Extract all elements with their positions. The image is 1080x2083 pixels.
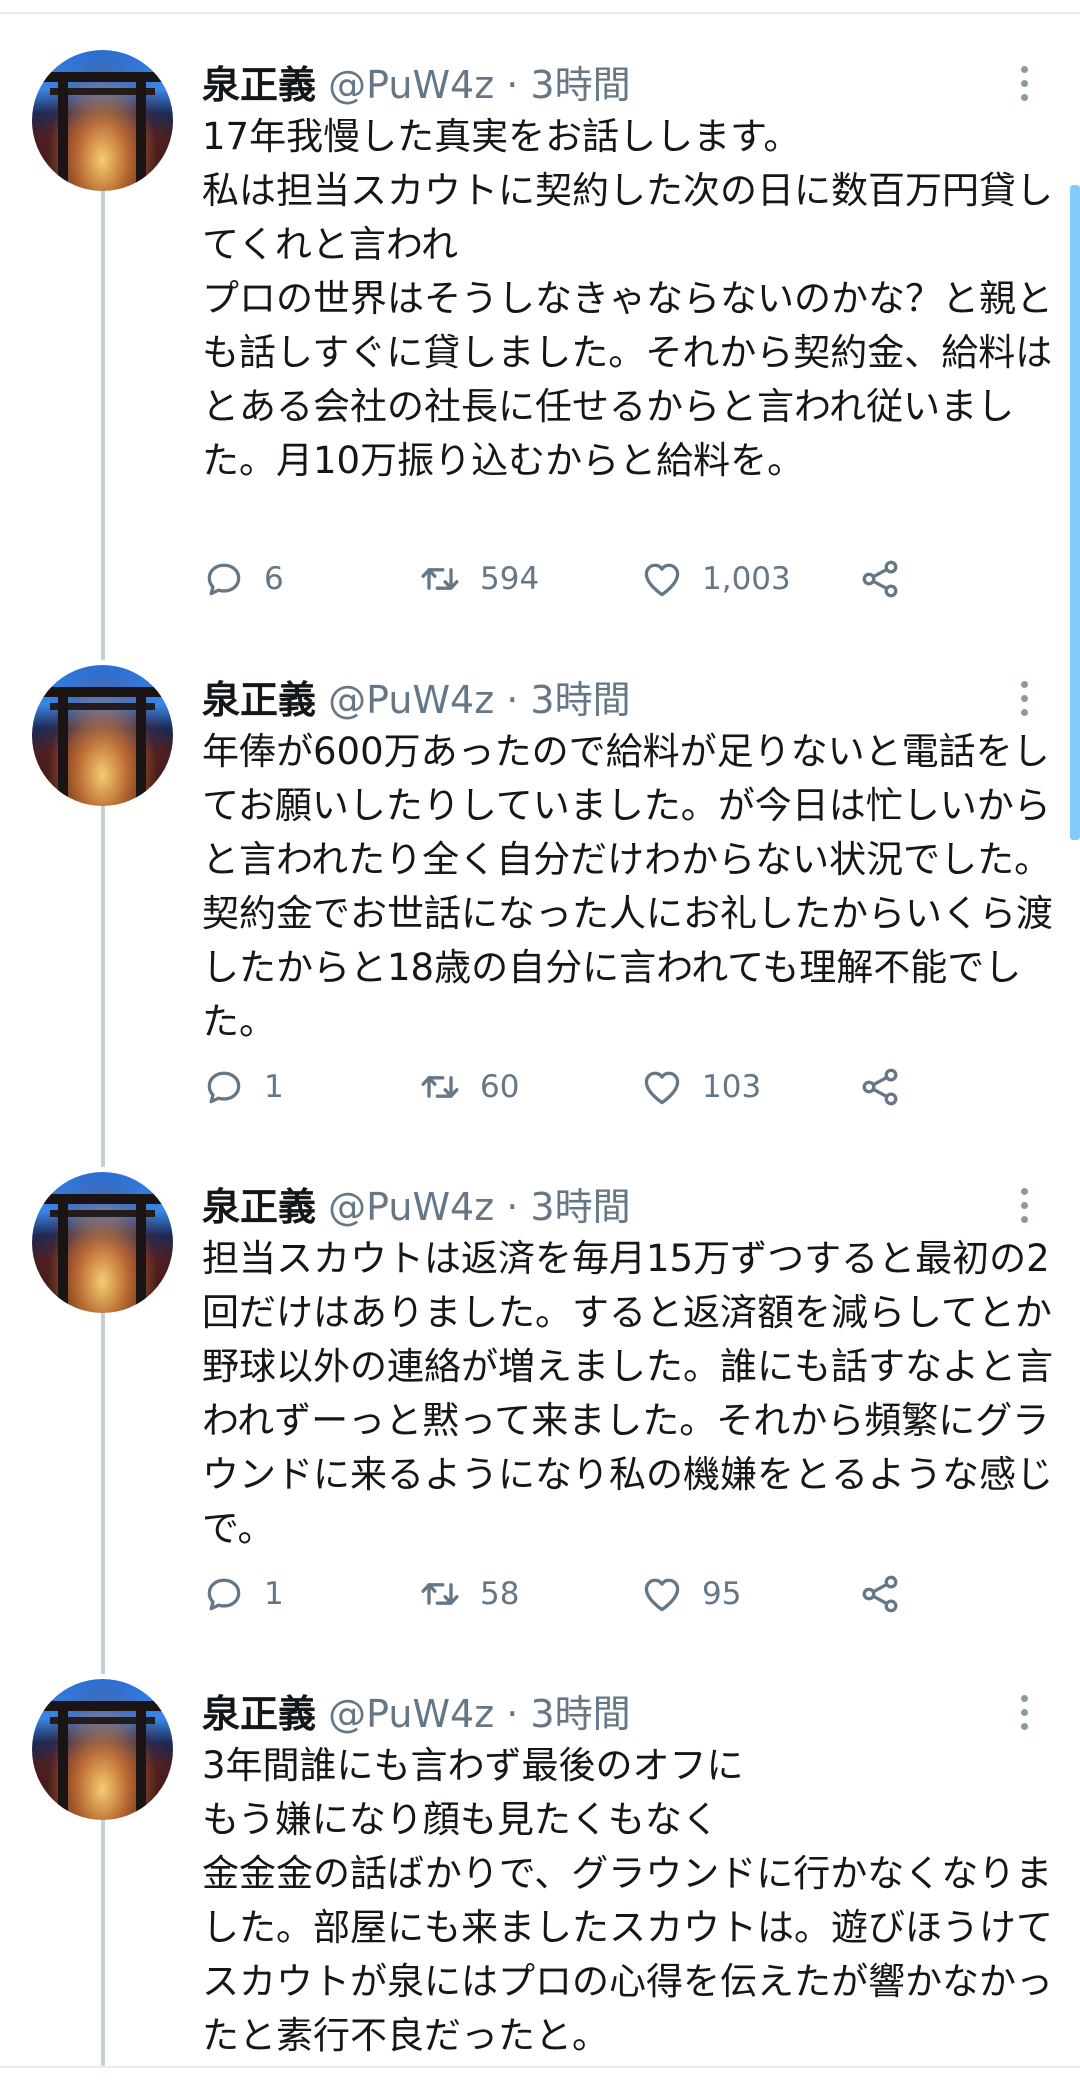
separator-dot: ·: [494, 1692, 531, 1736]
reply-icon: [207, 1578, 241, 1611]
share-icon: [862, 1575, 898, 1613]
author-name[interactable]: 泉正義: [202, 1185, 316, 1229]
scrollbar[interactable]: [1070, 185, 1080, 840]
like-count: 95: [702, 1576, 742, 1612]
author-name[interactable]: 泉正義: [202, 63, 316, 107]
like-button[interactable]: 95: [640, 1569, 741, 1619]
reply-count: 6: [264, 561, 284, 597]
more-icon[interactable]: [1014, 681, 1034, 721]
share-icon: [862, 560, 898, 598]
retweet-icon: [421, 568, 459, 590]
author-handle[interactable]: @PuW4z: [328, 1692, 494, 1736]
retweet-icon: [421, 1076, 459, 1098]
share-button[interactable]: [858, 1569, 902, 1619]
like-icon: [644, 1071, 680, 1105]
tweet-time[interactable]: 3時間: [530, 1185, 630, 1229]
author-handle[interactable]: @PuW4z: [328, 1185, 494, 1229]
like-icon: [644, 563, 680, 597]
retweet-count: 60: [480, 1069, 520, 1105]
reply-count: 1: [264, 1576, 284, 1612]
share-icon: [862, 1068, 898, 1106]
separator-dot: ·: [494, 1185, 531, 1229]
retweet-count: 594: [480, 561, 540, 597]
tweet-actions: 1 60 103: [202, 1062, 922, 1112]
tweet-actions: 6 594 1,003: [202, 554, 922, 604]
thread-line: [101, 805, 105, 1167]
author-name[interactable]: 泉正義: [202, 1692, 316, 1736]
reply-button[interactable]: 1: [202, 1569, 284, 1619]
retweet-icon: [421, 1583, 459, 1605]
like-count: 1,003: [702, 561, 791, 597]
like-button[interactable]: 1,003: [640, 554, 791, 604]
avatar[interactable]: [32, 1679, 173, 1820]
avatar[interactable]: [32, 665, 173, 806]
retweet-button[interactable]: 594: [418, 554, 539, 604]
more-icon[interactable]: [1014, 66, 1034, 106]
author-handle[interactable]: @PuW4z: [328, 678, 494, 722]
share-button[interactable]: [858, 1062, 902, 1112]
retweet-button[interactable]: 58: [418, 1569, 519, 1619]
avatar[interactable]: [32, 50, 173, 191]
tweet-header: 泉正義 @PuW4z · 3時間: [202, 60, 631, 110]
top-divider: [0, 12, 1080, 14]
more-icon[interactable]: [1014, 1188, 1034, 1228]
author-name[interactable]: 泉正義: [202, 678, 316, 722]
separator-dot: ·: [494, 63, 531, 107]
tweet-text: 3年間誰にも言わず最後のオフに もう嫌になり顔も見たくもなく 金金金の話ばかりで…: [202, 1744, 1053, 2057]
reply-button[interactable]: 1: [202, 1062, 284, 1112]
thread-line: [101, 1312, 105, 1674]
more-icon[interactable]: [1014, 1695, 1034, 1735]
reply-icon: [207, 1071, 241, 1104]
reply-button[interactable]: 6: [202, 554, 284, 604]
thread-line: [101, 188, 105, 660]
tweet-text: 年俸が600万あったので給料が足りないと電話をしてお願いしたりしていました。が今…: [202, 730, 1053, 1043]
tweet-text: 17年我慢した真実をお話しします。 私は担当スカウトに契約した次の日に数百万円貸…: [202, 115, 1053, 482]
retweet-count: 58: [480, 1576, 520, 1612]
like-icon: [644, 1578, 680, 1612]
avatar[interactable]: [32, 1172, 173, 1313]
like-button[interactable]: 103: [640, 1062, 761, 1112]
bottom-divider: [0, 2066, 1080, 2068]
tweet-text: 担当スカウトは返済を毎月15万ずつすると最初の2回だけはありました。すると返済額…: [202, 1237, 1053, 1550]
retweet-button[interactable]: 60: [418, 1062, 519, 1112]
reply-count: 1: [264, 1069, 284, 1105]
reply-icon: [207, 563, 241, 596]
like-count: 103: [702, 1069, 762, 1105]
separator-dot: ·: [494, 678, 531, 722]
tweet-time[interactable]: 3時間: [530, 1692, 630, 1736]
tweet-header: 泉正義 @PuW4z · 3時間: [202, 1182, 631, 1232]
tweet-header: 泉正義 @PuW4z · 3時間: [202, 675, 631, 725]
tweet-time[interactable]: 3時間: [530, 678, 630, 722]
author-handle[interactable]: @PuW4z: [328, 63, 494, 107]
thread-line: [101, 1819, 105, 2066]
tweet-actions: 1 58 95: [202, 1569, 922, 1619]
share-button[interactable]: [858, 554, 902, 604]
tweet-header: 泉正義 @PuW4z · 3時間: [202, 1689, 631, 1739]
tweet-time[interactable]: 3時間: [530, 63, 630, 107]
